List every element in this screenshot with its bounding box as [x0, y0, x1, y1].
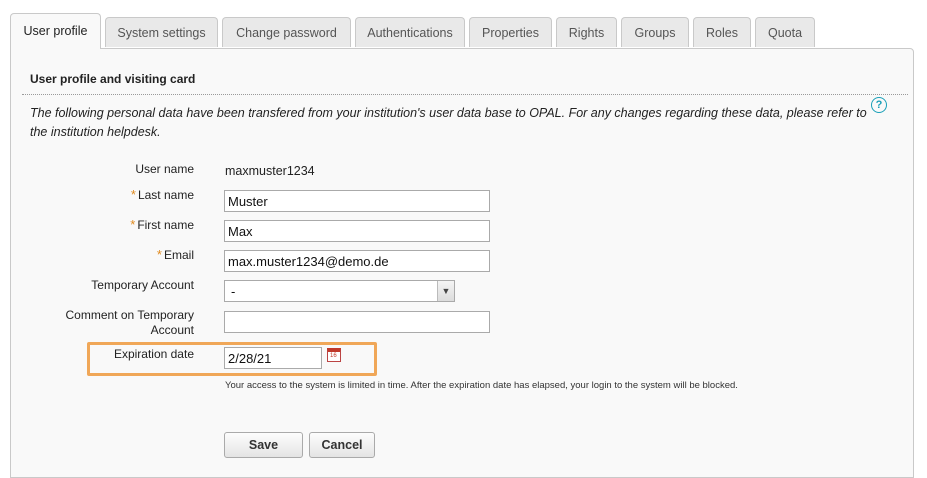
tab-groups[interactable]: Groups — [621, 17, 689, 47]
cancel-button[interactable]: Cancel — [309, 432, 375, 458]
email-label: * Email — [157, 247, 194, 263]
lastname-field[interactable] — [224, 190, 490, 212]
tab-rights[interactable]: Rights — [556, 17, 617, 47]
temporary-account-value: - — [231, 284, 236, 299]
tab-quota[interactable]: Quota — [755, 17, 815, 47]
tab-bar: User profile System settings Change pass… — [0, 0, 927, 49]
username-label: User name — [135, 162, 194, 176]
expiration-date-field[interactable] — [224, 347, 322, 369]
firstname-label: * First name — [130, 217, 194, 233]
tab-properties[interactable]: Properties — [469, 17, 552, 47]
email-field[interactable] — [224, 250, 490, 272]
comment-temporary-label: Comment on Temporary Account — [66, 308, 195, 338]
username-value: maxmuster1234 — [225, 164, 315, 178]
comment-temporary-label-line1: Comment on Temporary — [65, 308, 195, 322]
tab-roles[interactable]: Roles — [693, 17, 751, 47]
required-marker: * — [130, 187, 136, 202]
firstname-field[interactable] — [224, 220, 490, 242]
tab-change-password[interactable]: Change password — [222, 17, 351, 47]
temporary-account-label: Temporary Account — [91, 278, 194, 292]
calendar-icon-day: 16 — [330, 353, 337, 359]
help-icon[interactable]: ? — [871, 97, 887, 113]
section-heading: User profile and visiting card — [30, 72, 196, 86]
comment-temporary-label-line2: Account — [150, 323, 194, 337]
tab-authentications[interactable]: Authentications — [355, 17, 465, 47]
required-marker: * — [130, 217, 136, 232]
temporary-account-select[interactable]: - ▼ — [224, 280, 455, 302]
lastname-label: * Last name — [131, 187, 194, 203]
expiration-label: Expiration date — [113, 347, 194, 361]
firstname-label-text: First name — [137, 218, 194, 232]
calendar-icon[interactable]: 16 — [327, 348, 341, 362]
save-button[interactable]: Save — [224, 432, 303, 458]
tab-system-settings[interactable]: System settings — [105, 17, 218, 47]
chevron-down-icon[interactable]: ▼ — [437, 281, 454, 301]
required-marker: * — [156, 247, 162, 262]
lastname-label-text: Last name — [137, 188, 194, 202]
tab-user-profile[interactable]: User profile — [10, 13, 101, 49]
email-label-text: Email — [163, 248, 194, 262]
intro-text: The following personal data have been tr… — [30, 106, 867, 139]
expiration-hint: Your access to the system is limited in … — [225, 380, 738, 391]
divider — [22, 94, 908, 95]
comment-temporary-field[interactable] — [224, 311, 490, 333]
